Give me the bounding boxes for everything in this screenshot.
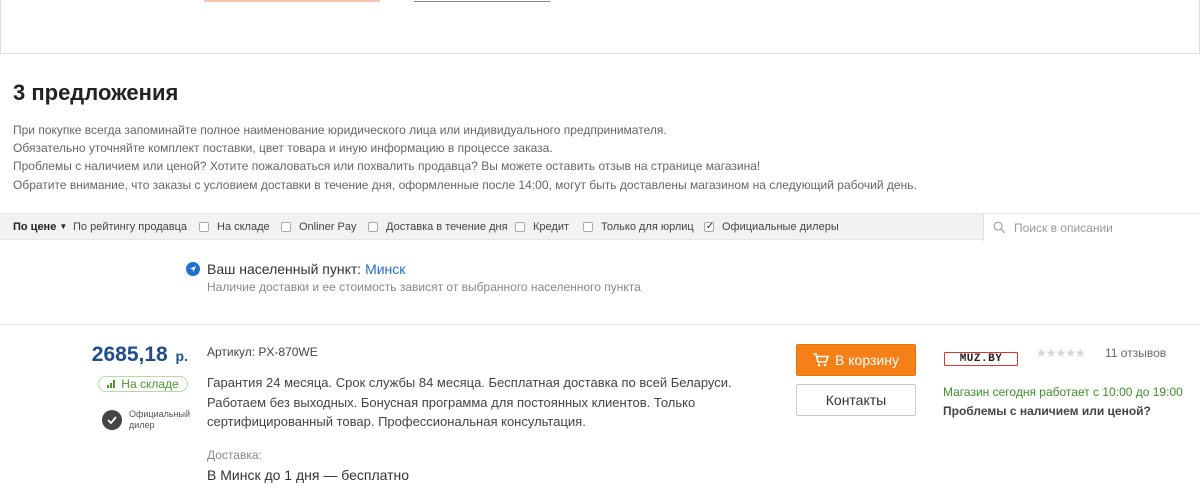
dealer-line: дилер	[129, 420, 155, 430]
add-to-cart-button[interactable]: В корзину	[796, 344, 916, 376]
filter-label: Доставка в течение дня	[386, 221, 508, 233]
shop-hours: Магазин сегодня работает с 10:00 до 19:0…	[943, 385, 1183, 399]
caret-down-icon: ▼	[59, 222, 68, 231]
checkbox[interactable]	[515, 222, 525, 232]
location-label: Ваш населенный пункт:	[207, 261, 362, 277]
sort-by-price[interactable]: По цене ▼	[13, 221, 67, 233]
note-line: Обязательно уточняйте комплект поставки,…	[13, 141, 553, 156]
top-previous-section	[0, 0, 1200, 54]
filter-onliner-pay[interactable]: Onliner Pay	[281, 220, 356, 234]
location-pin-icon	[186, 262, 200, 276]
filter-credit[interactable]: Кредит	[515, 220, 569, 234]
rating-stars: ★★★★★	[1036, 346, 1086, 360]
stock-bars-icon	[107, 380, 116, 388]
delivery-label: Доставка:	[207, 448, 262, 462]
offers-notes: При покупке всегда запоминайте полное на…	[13, 121, 917, 194]
note-line: При покупке всегда запоминайте полное на…	[13, 123, 667, 137]
checkbox[interactable]	[583, 222, 593, 232]
search-icon	[993, 221, 1006, 234]
dealer-line: Официальный	[129, 409, 191, 419]
filter-legal-entities[interactable]: Только для юрлиц	[583, 220, 694, 234]
sort-price-label: По цене	[13, 221, 57, 233]
description-search	[983, 214, 1200, 241]
delivery-value: В Минск до 1 дня — бесплатно	[207, 467, 410, 483]
section-border-left	[0, 0, 1, 54]
filter-bar: По цене ▼ По рейтингу продавца На складе …	[0, 213, 1200, 241]
price-currency: р.	[175, 348, 188, 364]
divider	[0, 324, 1200, 325]
filter-label: Официальные дилеры	[722, 221, 839, 233]
contacts-button[interactable]: Контакты	[796, 384, 916, 416]
price-value: 2685,18	[91, 343, 168, 366]
checkbox[interactable]	[368, 222, 378, 232]
reviews-link[interactable]: 11 отзывов	[1105, 346, 1166, 360]
dealer-text: Официальный дилер	[129, 409, 190, 431]
sort-by-rating[interactable]: По рейтингу продавца	[73, 221, 187, 233]
location-hint: Наличие доставки и ее стоимость зависят …	[207, 280, 641, 294]
problems-link[interactable]: Проблемы с наличием или ценой?	[943, 404, 1151, 418]
checkmark-circle-icon	[102, 410, 122, 430]
stock-label: На складе	[121, 377, 179, 391]
checkbox-checked[interactable]	[704, 222, 715, 232]
cart-icon	[813, 353, 830, 367]
location-line: Ваш населенный пункт: Минск	[207, 261, 405, 277]
filter-label: Кредит	[533, 221, 570, 233]
cart-button-label: В корзину	[835, 352, 899, 368]
shop-logo[interactable]: MUZ.BY	[944, 352, 1018, 366]
filter-in-stock[interactable]: На складе	[199, 220, 270, 234]
clipped-link-underline	[414, 0, 550, 2]
note-line: Обратите внимание, что заказы с условием…	[13, 177, 917, 192]
filter-label: Onliner Pay	[299, 221, 357, 233]
offers-title: 3 предложения	[13, 80, 179, 105]
article-number: Артикул: PX-870WE	[207, 345, 318, 359]
filter-official-dealers[interactable]: Официальные дилеры	[704, 220, 839, 234]
clipped-orange-text	[204, 0, 380, 2]
checkbox[interactable]	[281, 222, 291, 232]
search-input[interactable]	[1014, 220, 1194, 235]
filter-label: На складе	[217, 221, 270, 233]
filter-label: Только для юрлиц	[601, 221, 694, 233]
city-link[interactable]: Минск	[365, 261, 405, 277]
stock-badge: На складе	[98, 376, 188, 392]
offer-description: Гарантия 24 месяца. Срок службы 84 месяц…	[207, 375, 732, 429]
checkbox[interactable]	[199, 222, 209, 232]
offer-price: 2685,18 р.	[0, 343, 188, 367]
filter-same-day-delivery[interactable]: Доставка в течение дня	[368, 220, 508, 234]
note-line: Проблемы с наличием или ценой? Хотите по…	[13, 159, 761, 174]
